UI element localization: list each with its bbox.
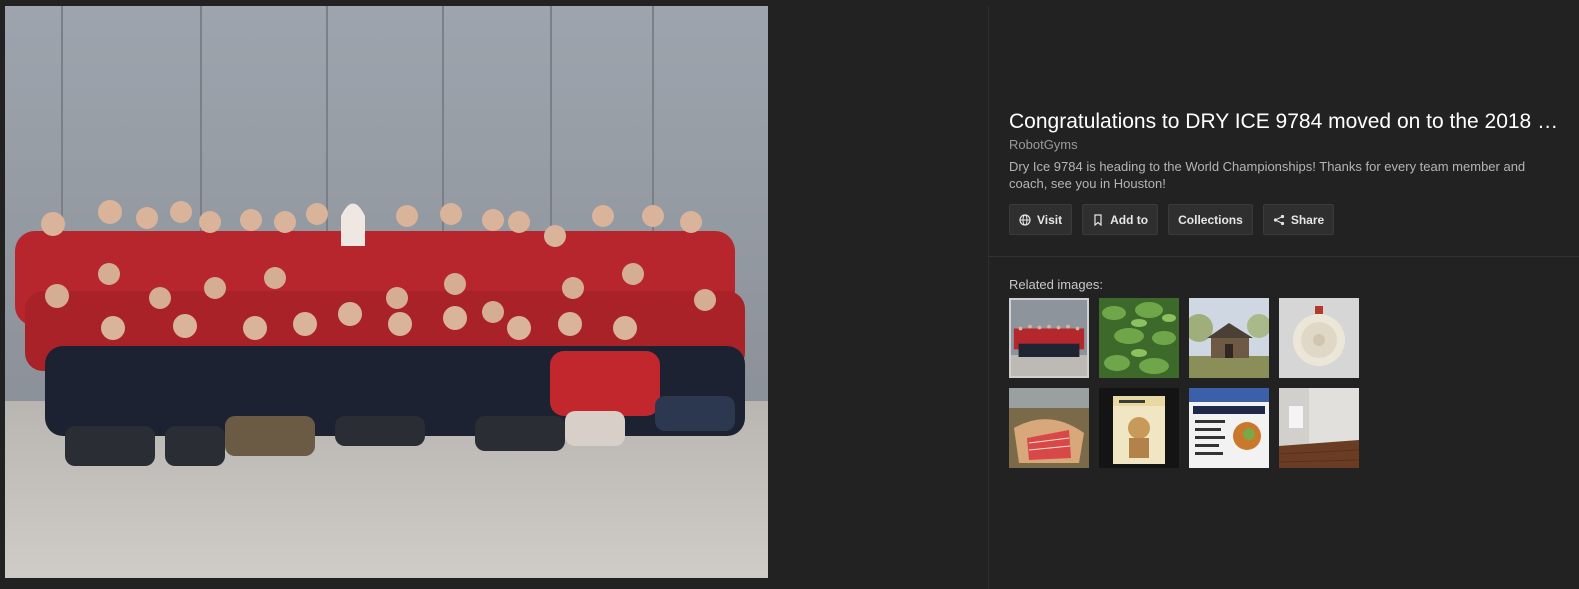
- panel-divider: [988, 6, 989, 589]
- related-images-grid: [1009, 298, 1369, 468]
- related-thumb-smoke-detector[interactable]: [1279, 298, 1359, 378]
- related-thumb-empty-room[interactable]: [1279, 388, 1359, 468]
- globe-icon: [1019, 213, 1031, 226]
- team-photo-illustration: [5, 6, 768, 578]
- collections-button[interactable]: Collections: [1168, 204, 1253, 235]
- add-to-label: Add to: [1110, 212, 1149, 227]
- visit-label: Visit: [1037, 212, 1063, 227]
- bookmark-icon: [1092, 213, 1104, 226]
- related-thumb-green-leaves[interactable]: [1099, 298, 1179, 378]
- action-bar: Visit Add to Collections Share: [1009, 204, 1335, 235]
- section-separator: [989, 256, 1579, 257]
- related-thumb-sewing-pattern[interactable]: [1099, 388, 1179, 468]
- image-description: Dry Ice 9784 is heading to the World Cha…: [1009, 159, 1526, 191]
- related-thumb-log-cabin[interactable]: [1189, 298, 1269, 378]
- related-thumb-restaurant-flyer[interactable]: [1189, 388, 1269, 468]
- image-source[interactable]: RobotGyms: [1009, 137, 1569, 153]
- share-label: Share: [1290, 212, 1325, 227]
- main-image[interactable]: [5, 6, 768, 578]
- visit-button[interactable]: Visit: [1009, 204, 1073, 235]
- related-thumb-team-photo[interactable]: [1009, 298, 1089, 378]
- share-button[interactable]: Share: [1262, 204, 1335, 235]
- related-images-label: Related images:: [1009, 277, 1103, 292]
- add-to-button[interactable]: Add to: [1082, 204, 1159, 235]
- collections-label: Collections: [1178, 212, 1243, 227]
- share-icon: [1273, 214, 1285, 226]
- image-title[interactable]: Congratulations to DRY ICE 9784 moved on…: [1009, 108, 1567, 136]
- image-info-panel: Congratulations to DRY ICE 9784 moved on…: [1009, 108, 1569, 192]
- image-viewer: Congratulations to DRY ICE 9784 moved on…: [0, 0, 1579, 589]
- related-thumb-boat[interactable]: [1009, 388, 1089, 468]
